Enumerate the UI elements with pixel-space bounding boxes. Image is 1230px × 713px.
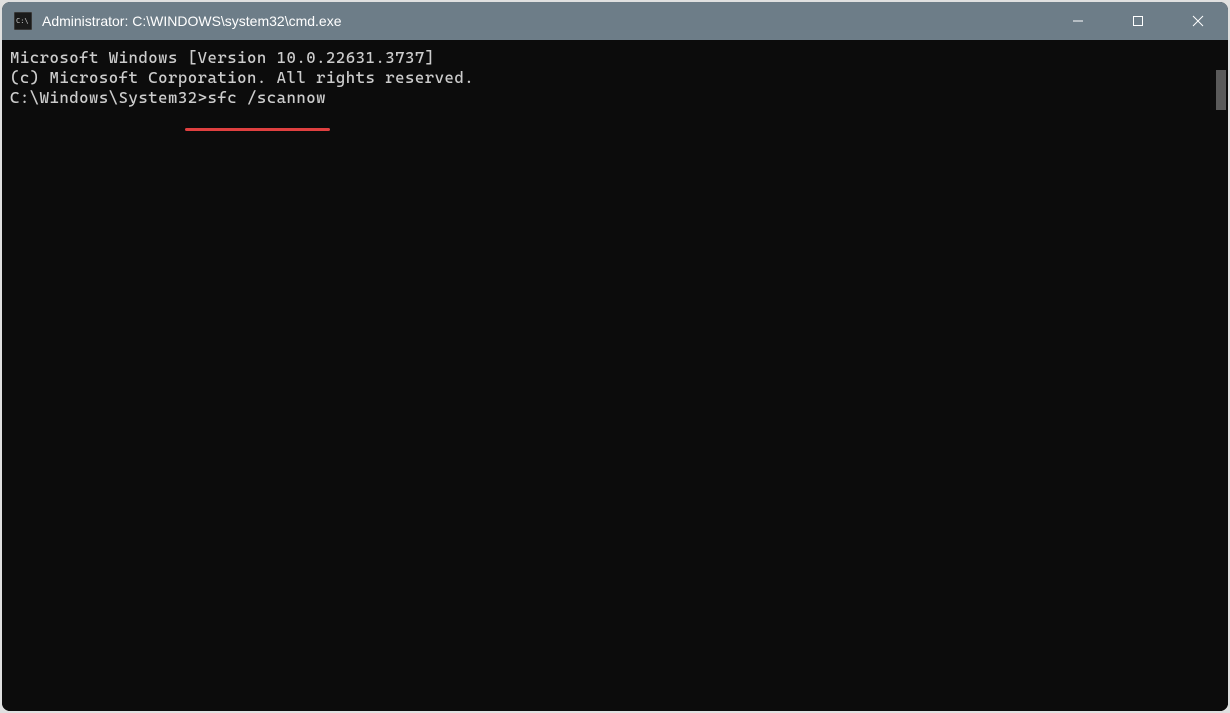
window-controls [1048,2,1228,40]
terminal-command: sfc /scannow [208,88,327,107]
scrollbar[interactable] [1210,40,1228,711]
terminal-content[interactable]: Microsoft Windows [Version 10.0.22631.37… [2,40,1210,711]
terminal-prompt: C:\Windows\System32> [10,88,208,107]
terminal-output-line: Microsoft Windows [Version 10.0.22631.37… [10,48,1202,68]
titlebar[interactable]: C:\ Administrator: C:\WINDOWS\system32\c… [2,2,1228,40]
scrollbar-thumb[interactable] [1216,70,1226,110]
close-icon [1192,15,1204,27]
minimize-button[interactable] [1048,2,1108,40]
svg-text:C:\: C:\ [16,17,29,25]
terminal-body: Microsoft Windows [Version 10.0.22631.37… [2,40,1228,711]
terminal-prompt-line: C:\Windows\System32>sfc /scannow [10,88,326,108]
annotation-underline [185,128,330,131]
terminal-output-line: (c) Microsoft Corporation. All rights re… [10,68,1202,88]
close-button[interactable] [1168,2,1228,40]
maximize-icon [1132,15,1144,27]
cmd-window: C:\ Administrator: C:\WINDOWS\system32\c… [2,2,1228,711]
window-title: Administrator: C:\WINDOWS\system32\cmd.e… [42,13,1048,29]
maximize-button[interactable] [1108,2,1168,40]
minimize-icon [1072,15,1084,27]
cmd-icon: C:\ [14,12,32,30]
